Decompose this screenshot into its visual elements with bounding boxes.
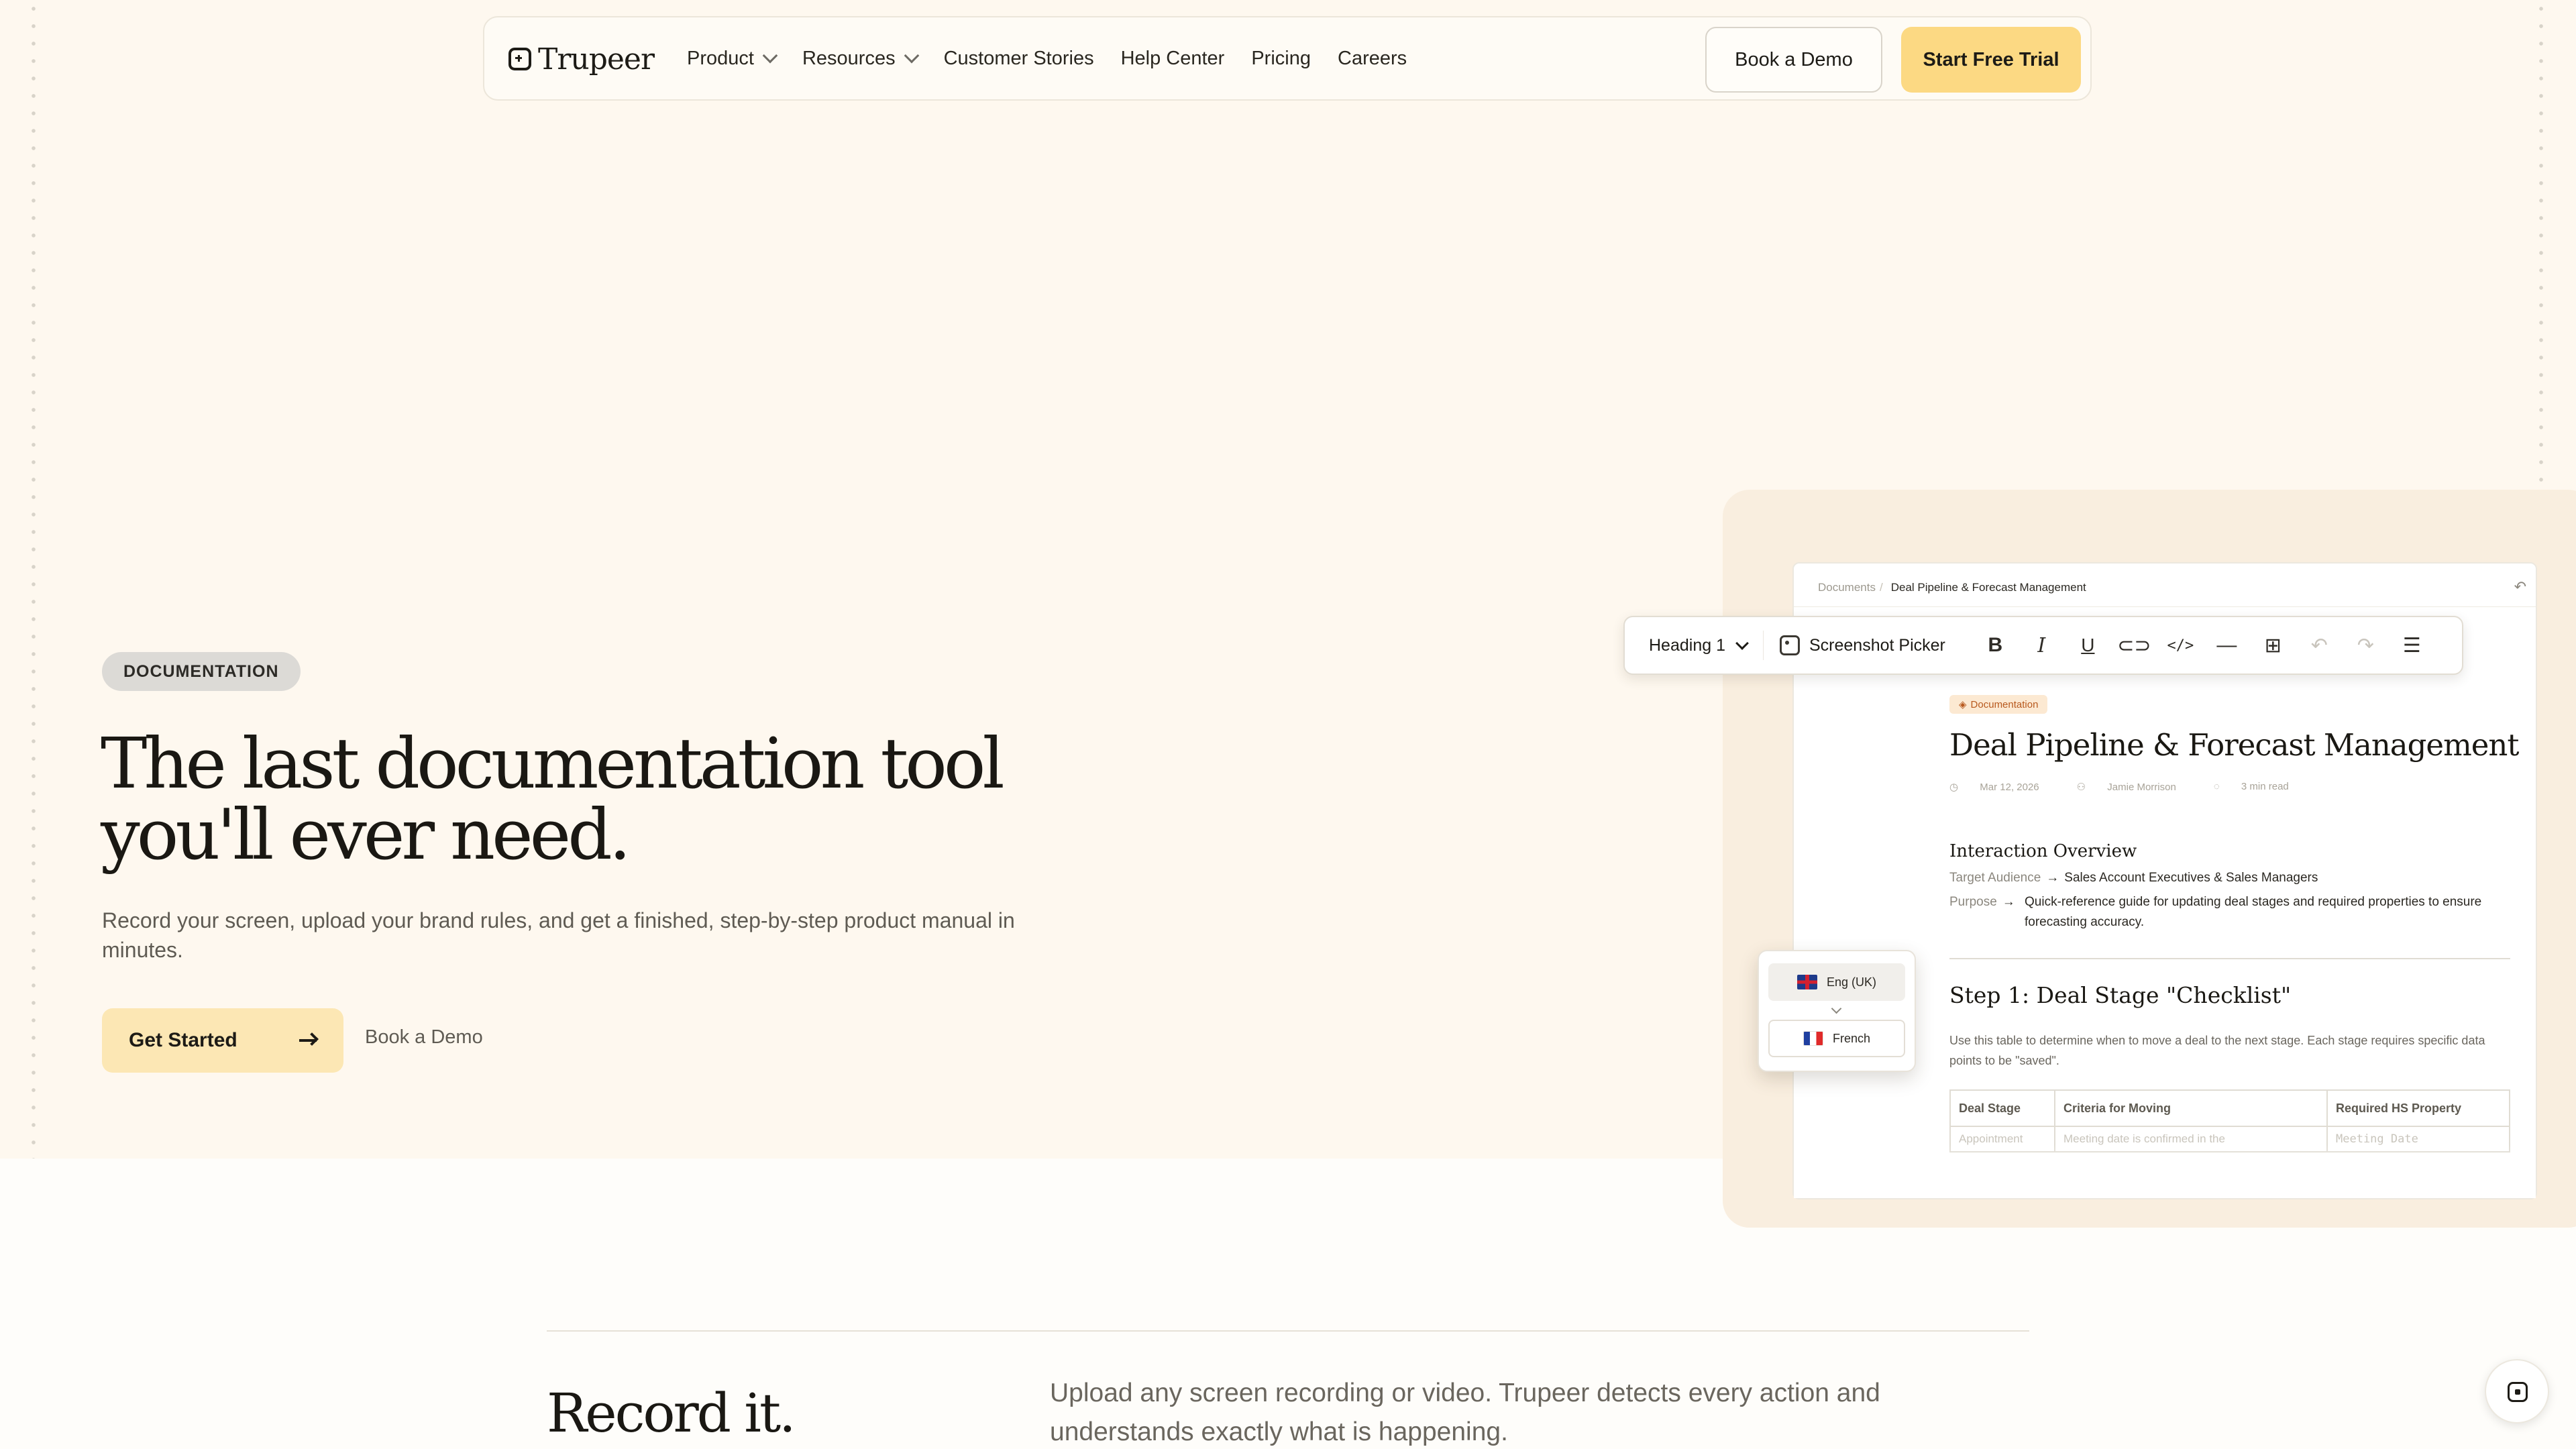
doc-category-label: Documentation xyxy=(1970,698,2039,710)
fade-overlay xyxy=(1794,1144,2536,1198)
target-audience-row: Target Audience → Sales Account Executives… xyxy=(1949,868,2318,888)
get-started-label: Get Started xyxy=(129,1029,237,1051)
category-badge: DOCUMENTATION xyxy=(102,652,301,691)
editor-divider xyxy=(1794,606,2536,607)
italic-icon[interactable]: I xyxy=(2019,634,2065,657)
table-header: Required HS Property xyxy=(2326,1089,2510,1127)
chat-icon xyxy=(2508,1382,2528,1402)
section-title: Record it. xyxy=(547,1382,796,1444)
hero-subtitle: Record your screen, upload your brand ru… xyxy=(102,908,1015,962)
chevron-down-icon xyxy=(1735,637,1749,650)
checklist-icon[interactable]: ☰ xyxy=(2389,634,2435,657)
toolbar-icon-group: B I U ⊂⊃ </> — ⊞ ↶ ↷ ☰ xyxy=(1972,634,2435,657)
nav-item-careers[interactable]: Careers xyxy=(1338,48,1407,70)
chevron-down-icon xyxy=(1831,1003,1842,1014)
logo-text: Trupeer xyxy=(538,42,655,76)
doc-date: ◷ Mar 12, 2026 xyxy=(1949,781,2058,793)
nav-item-label: Resources xyxy=(802,47,896,69)
breadcrumb-root[interactable]: Documents xyxy=(1818,581,1876,594)
breadcrumb-current: Deal Pipeline & Forecast Management xyxy=(1890,581,2086,594)
table-header: Deal Stage xyxy=(1949,1089,2055,1127)
overview-heading[interactable]: Interaction Overview xyxy=(1949,841,2137,861)
arrow-right-icon: → xyxy=(2002,895,2015,909)
book-demo-button[interactable]: Book a Demo xyxy=(1705,27,1882,93)
language-label: French xyxy=(1832,1031,1871,1045)
formatting-toolbar: Heading 1 Screenshot Picker B I U ⊂⊃ </>… xyxy=(1623,616,2463,675)
book-demo-link[interactable]: Book a Demo xyxy=(365,1026,483,1049)
screenshot-picker-label: Screenshot Picker xyxy=(1809,635,1945,655)
nav-item-label: Product xyxy=(687,47,754,69)
section-body: Upload any screen recording or video. Tr… xyxy=(1050,1379,1880,1446)
doc-date-text: Mar 12, 2026 xyxy=(1980,782,2039,793)
top-navbar: Trupeer Product Resources Customer Stori… xyxy=(483,16,2092,101)
nav-links: Product Resources Customer Stories Help … xyxy=(687,17,1434,99)
table-header-row: Deal Stage Criteria for Moving Required … xyxy=(1949,1089,2510,1127)
language-option-french[interactable]: French xyxy=(1768,1020,1905,1057)
dotted-guide-left xyxy=(32,0,36,1159)
table-header: Criteria for Moving xyxy=(2054,1089,2328,1127)
purpose-label: Purpose xyxy=(1949,895,1997,909)
nav-item-product[interactable]: Product xyxy=(687,47,778,70)
doc-title[interactable]: Deal Pipeline & Forecast Management xyxy=(1949,727,2519,763)
timer-icon: ◌ xyxy=(2213,781,2222,792)
chevron-down-icon xyxy=(904,48,919,64)
undo-icon[interactable]: ↶ xyxy=(2296,634,2343,657)
step-description: Use this table to determine when to move… xyxy=(1949,1034,2485,1067)
uk-flag-icon xyxy=(1796,975,1817,989)
clock-icon: ◷ xyxy=(1949,782,1962,793)
language-label: Eng (UK) xyxy=(1826,975,1877,989)
purpose-value: Quick-reference guide for updating deal … xyxy=(2025,895,2482,929)
screenshot-picker-button[interactable]: Screenshot Picker xyxy=(1779,635,1945,655)
image-picker-icon[interactable]: ⊞ xyxy=(2250,634,2296,657)
doc-category-badge: ◈ Documentation xyxy=(1949,695,2048,714)
target-audience-label: Target Audience xyxy=(1949,871,2041,885)
pin-icon: ◈ xyxy=(1959,699,1967,710)
doc-author-text: Jamie Morrison xyxy=(2107,782,2176,793)
page: Trupeer Product Resources Customer Stori… xyxy=(0,0,2576,1449)
screenshot-icon xyxy=(1779,635,1800,655)
language-switcher: Eng (UK) French xyxy=(1758,950,1916,1072)
chat-widget-button[interactable] xyxy=(2485,1359,2549,1424)
breadcrumb-separator: / xyxy=(1879,581,1883,594)
nav-item-help-center[interactable]: Help Center xyxy=(1121,48,1225,70)
doc-read-time-text: 3 min read xyxy=(2241,781,2289,792)
bold-icon[interactable]: B xyxy=(1972,634,2019,657)
arrow-right-icon xyxy=(299,1039,317,1042)
section-rule xyxy=(547,1330,2029,1332)
doc-read-time: ◌ 3 min read xyxy=(2214,781,2308,793)
breadcrumb: Documents / Deal Pipeline & Forecast Manag… xyxy=(1818,581,2086,594)
doc-meta: ◷ Mar 12, 2026 ⚇ Jamie Morrison ◌ 3 min … xyxy=(1949,781,2326,793)
target-audience-value: Sales Account Executives & Sales Manager… xyxy=(2064,871,2318,885)
section-divider xyxy=(1949,958,2510,959)
hero-title: The last documentation tool you'll ever … xyxy=(101,722,1005,875)
redo-icon[interactable]: ↷ xyxy=(2343,634,2389,657)
arrow-right-icon: → xyxy=(2046,871,2059,885)
language-option-current[interactable]: Eng (UK) xyxy=(1768,963,1905,1001)
link-icon[interactable]: ⊂⊃ xyxy=(2111,634,2157,657)
heading-select-label: Heading 1 xyxy=(1649,635,1725,655)
nav-item-customer-stories[interactable]: Customer Stories xyxy=(944,48,1094,70)
heading-select[interactable]: Heading 1 xyxy=(1649,635,1749,655)
logo[interactable]: Trupeer xyxy=(508,42,655,76)
start-free-trial-button[interactable]: Start Free Trial xyxy=(1901,27,2081,93)
purpose-row: Purpose → xyxy=(1949,892,2021,912)
get-started-button[interactable]: Get Started xyxy=(102,1008,343,1073)
trupeer-logo-icon xyxy=(508,48,531,70)
divider-icon[interactable]: — xyxy=(2204,634,2250,657)
step-heading[interactable]: Step 1: Deal Stage "Checklist" xyxy=(1949,982,2291,1008)
france-flag-icon xyxy=(1803,1031,1823,1046)
toolbar-separator xyxy=(1762,631,1764,660)
undo-icon[interactable]: ↶ xyxy=(2514,578,2526,596)
user-icon: ⚇ xyxy=(2076,782,2089,793)
nav-item-pricing[interactable]: Pricing xyxy=(1251,48,1311,70)
code-icon[interactable]: </> xyxy=(2157,637,2204,654)
doc-author: ⚇ Jamie Morrison xyxy=(2077,781,2195,793)
chevron-down-icon xyxy=(762,48,778,64)
underline-icon[interactable]: U xyxy=(2065,635,2111,656)
nav-item-resources[interactable]: Resources xyxy=(802,47,919,70)
deal-stage-table: Deal Stage Criteria for Moving Required … xyxy=(1949,1089,2510,1152)
